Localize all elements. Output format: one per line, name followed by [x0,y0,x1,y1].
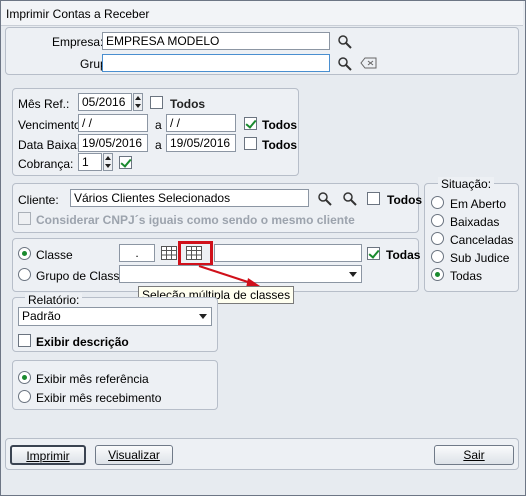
vencimento-to-field[interactable]: / / [166,114,236,132]
visualizar-button-label: Visualizar [108,448,160,462]
exibir-mes-recebimento-radio[interactable] [18,390,31,403]
cobranca-field[interactable]: 1 [78,153,102,171]
data-baixa-todos-checkbox[interactable] [244,137,257,150]
vencimento-label: Vencimento: [18,118,85,132]
cobranca-label: Cobrança: [18,157,74,171]
situacao-baixadas-radio[interactable] [431,214,444,227]
cliente-multi-search-icon[interactable] [342,191,358,207]
mes-ref-field[interactable]: 05/2016 [78,93,132,111]
exibir-descricao-checkbox[interactable] [18,334,31,347]
exibir-mes-referencia-radio[interactable] [18,371,31,384]
mes-ref-todos-label: Todos [170,97,206,111]
empresa-label: Empresa: [52,35,104,49]
vencimento-a-label: a [155,118,162,132]
situacao-todas-radio[interactable] [431,268,444,281]
vencimento-todos-checkbox[interactable] [244,117,257,130]
classe-code-field[interactable]: . [119,244,155,262]
exibir-mes-referencia-label: Exibir mês referência [36,372,149,386]
cobranca-todas-checkbox[interactable] [119,156,132,169]
situacao-caption: Situação: [438,177,495,191]
classe-todas-checkbox[interactable] [367,247,380,260]
situacao-canceladas-label: Canceladas [450,233,514,247]
mes-ref-todos-checkbox[interactable] [150,96,163,109]
sair-button[interactable]: Sair [434,445,514,465]
data-baixa-todos-label: Todos [262,138,298,152]
data-baixa-to-field[interactable]: 19/05/2016 [166,134,236,152]
visualizar-button[interactable]: Visualizar [95,445,173,465]
relatorio-select[interactable]: Padrão [18,307,212,326]
exibir-mes-recebimento-label: Exibir mês recebimento [36,391,162,405]
classe-description-field[interactable] [214,244,362,262]
grupo-classe-radio[interactable] [18,268,31,281]
situacao-em-aberto-label: Em Aberto [450,197,507,211]
sair-button-label: Sair [463,448,485,462]
considerar-cnpj-label: Considerar CNPJ´s iguais como sendo o me… [36,213,355,227]
situacao-sub-judice-label: Sub Judice [450,251,510,265]
empresa-search-icon[interactable] [337,34,353,50]
data-baixa-label: Data Baixa: [18,138,81,152]
exibir-descricao-label: Exibir descrição [36,335,129,349]
cliente-field[interactable]: Vários Clientes Selecionados [70,189,309,207]
data-baixa-from-field[interactable]: 19/05/2016 [78,134,148,152]
cobranca-spinner[interactable] [103,153,113,171]
situacao-canceladas-radio[interactable] [431,232,444,245]
mes-ref-label: Mês Ref.: [18,97,70,111]
vencimento-from-field[interactable]: / / [78,114,148,132]
situacao-em-aberto-radio[interactable] [431,196,444,209]
imprimir-button-label: Imprimir [26,449,70,463]
mes-ref-spinner[interactable] [133,93,143,111]
relatorio-caption: Relatório: [25,293,83,307]
cliente-todos-label: Todos [387,193,423,207]
cliente-todos-checkbox[interactable] [367,192,380,205]
vencimento-todos-label: Todos [262,118,298,132]
grupos-search-icon[interactable] [337,56,353,72]
multi-select-table-icon[interactable] [186,246,202,260]
situacao-todas-label: Todas [450,269,483,283]
classe-todas-label: Todas [386,248,421,262]
situacao-baixadas-label: Baixadas [450,215,500,229]
grupos-field[interactable] [102,54,330,72]
grupo-classe-dropdown-icon [349,272,357,277]
empresa-field[interactable]: EMPRESA MODELO [102,32,330,50]
data-baixa-a-label: a [155,138,162,152]
considerar-cnpj-checkbox[interactable] [18,212,31,225]
situacao-sub-judice-radio[interactable] [431,250,444,263]
window-title: Imprimir Contas a Receber [6,7,150,21]
cliente-label: Cliente: [18,193,59,207]
clear-icon[interactable] [360,57,378,69]
classe-label: Classe [36,248,73,262]
table-icon[interactable] [161,246,177,260]
classe-radio[interactable] [18,247,31,260]
cliente-search-icon[interactable] [317,191,333,207]
imprimir-button[interactable]: Imprimir [10,445,86,465]
grupo-classe-label: Grupo de Classe: [36,269,130,283]
relatorio-dropdown-icon [199,314,207,319]
